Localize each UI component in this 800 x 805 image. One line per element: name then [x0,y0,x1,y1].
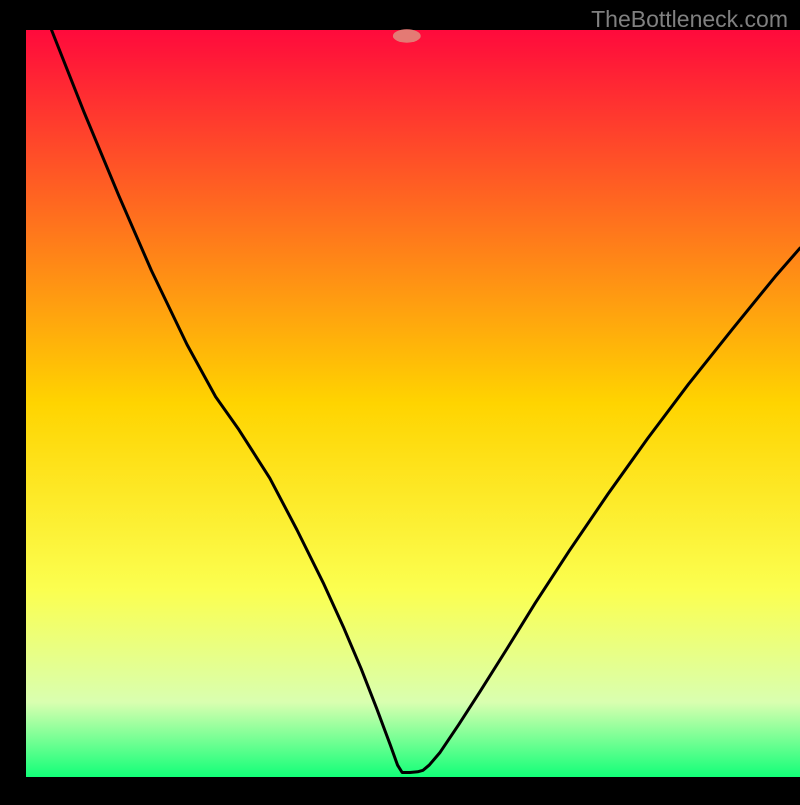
plot-background [26,30,800,777]
bottleneck-chart [0,0,800,800]
optimal-marker [393,29,421,42]
chart-container [0,0,800,800]
attribution-text: TheBottleneck.com [591,6,788,33]
